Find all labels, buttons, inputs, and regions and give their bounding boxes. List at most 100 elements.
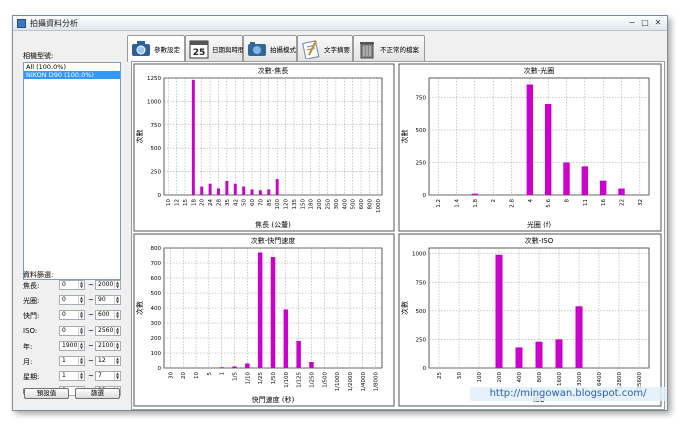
x-tick-label: 1 xyxy=(220,372,226,376)
list-item[interactable]: NIKON D90 (100.0%) xyxy=(24,71,120,79)
filter-label: 焦長: xyxy=(23,282,40,290)
calendar-day: 25 xyxy=(193,48,206,58)
chart-panel: 次數-快門速度 0 100 200 300 400 500 600 700 800 30 20 10 5 1… xyxy=(133,233,395,407)
bar xyxy=(526,84,534,195)
x-tick-label: 135 xyxy=(292,199,298,210)
range-separator: ~ xyxy=(88,372,94,381)
x-tick-label: 800 xyxy=(537,372,543,383)
y-axis-label: 次數 xyxy=(135,301,144,315)
filter-label: ISO: xyxy=(23,326,38,335)
tab-date-time[interactable]: 25 日期與時間 xyxy=(185,35,245,61)
close-button[interactable]: ✕ xyxy=(653,18,663,28)
spinner-arrows-icon[interactable]: ▲▼ xyxy=(114,357,120,365)
x-tick-label: 120 xyxy=(284,199,290,210)
x-tick-label: 1/8000 xyxy=(374,372,380,392)
bar xyxy=(495,254,503,368)
filter-to-input[interactable]: 90 ▲ ▼ xyxy=(95,295,121,306)
filter-from-input[interactable]: 0 ▲▼ xyxy=(59,280,85,290)
camera-model-list[interactable]: All (100.0%) NIKON D90 (100.0%) xyxy=(23,62,121,280)
spinner-arrows-icon[interactable]: ▲▼ xyxy=(114,281,120,289)
spinner-arrows-icon[interactable]: ▲▼ xyxy=(114,326,120,335)
y-tick-label: 250 xyxy=(416,161,427,167)
spinner-arrows-icon[interactable]: ▲▼ xyxy=(114,311,120,320)
x-tick-label: 1/2000 xyxy=(348,372,354,392)
y-axis-label: 次數 xyxy=(400,130,409,144)
chart-title: 次數-ISO xyxy=(525,236,554,245)
filter-from-input[interactable]: 1900 ▲ ▼ xyxy=(59,340,85,351)
filter-to-input[interactable]: 12 ▲ ▼ xyxy=(95,356,121,366)
x-tick-label: 200 xyxy=(497,372,503,383)
x-tick-label: 1/50 xyxy=(271,372,277,385)
y-tick-label: 300 xyxy=(151,321,162,327)
bar xyxy=(270,257,276,368)
x-tick-label: 1600 xyxy=(557,372,563,386)
x-tick-label: 250 xyxy=(326,199,332,210)
filter-to-input[interactable]: 2100 ▲ ▼ xyxy=(95,340,121,351)
spinner-arrows-icon[interactable]: ▲▼ xyxy=(78,311,84,320)
trash-icon xyxy=(360,42,374,59)
y-tick-label: 1250 xyxy=(147,76,161,82)
y-tick-label: 0 xyxy=(158,193,162,199)
x-tick-label: 1.8 xyxy=(473,199,479,208)
filter-from-input[interactable]: 0 ▲▼ xyxy=(59,295,85,306)
tab-label: 文字摘要 xyxy=(324,46,350,54)
x-tick-label: 25 xyxy=(437,372,443,379)
x-tick-label: 1/250 xyxy=(309,372,315,388)
spinner-arrows-icon[interactable]: ▲▼ xyxy=(78,296,84,305)
y-tick-label: 250 xyxy=(151,170,162,176)
bar xyxy=(296,341,301,368)
range-separator: ~ xyxy=(88,326,94,335)
y-tick-label: 1000 xyxy=(412,252,426,258)
spinner-arrows-icon[interactable]: ▲▼ xyxy=(78,326,84,335)
x-tick-label: 8 xyxy=(565,199,571,203)
filter-from-input[interactable]: 1 ▲ ▼ xyxy=(59,371,85,382)
spinner-arrows-icon[interactable]: ▲▼ xyxy=(78,341,84,350)
bar xyxy=(200,186,204,195)
x-tick-label: 100 xyxy=(275,199,281,210)
filter-to-input[interactable]: 7 ▲ ▼ xyxy=(95,371,121,382)
x-tick-label: 400 xyxy=(342,199,348,210)
tab-text-summary[interactable]: 文字摘要 xyxy=(297,35,353,61)
filter-from-input[interactable]: 0 ▲▼ xyxy=(59,325,85,336)
x-tick-label: 30 xyxy=(168,372,174,379)
reset-button[interactable]: 預設值 xyxy=(24,388,69,399)
spinner-arrows-icon[interactable]: ▲▼ xyxy=(114,296,120,305)
bar xyxy=(245,363,250,368)
tab-label: 不正常的檔案 xyxy=(380,46,419,54)
bar xyxy=(575,306,583,368)
filter-to-input[interactable]: 2560 ▲ ▼ xyxy=(95,325,121,336)
spinner-arrows-icon[interactable]: ▲▼ xyxy=(78,372,84,381)
minimize-button[interactable]: − xyxy=(627,18,637,28)
tab-shooting-mode[interactable]: 拍攝模式 xyxy=(243,35,297,61)
chart-panel: 次數-光圈 0 250 500 750 1.2 1.4 1.8 2 2.8 4 5.6 8 11 16 22 3… xyxy=(398,63,662,232)
maximize-button[interactable]: □ xyxy=(640,18,650,28)
spinner-arrows-icon[interactable]: ▲▼ xyxy=(78,357,84,365)
tab-settings[interactable]: 參數設定 xyxy=(127,35,185,62)
x-tick-label: 32 xyxy=(638,199,644,206)
x-tick-label: 1/4000 xyxy=(361,372,367,392)
apply-filter-button[interactable]: 篩選 xyxy=(75,388,120,399)
bar xyxy=(257,252,263,368)
filter-to-input[interactable]: 600 ▲ ▼ xyxy=(95,310,121,321)
title-bar[interactable]: 拍攝資料分析 − □ ✕ xyxy=(13,16,667,31)
filter-from-input[interactable]: 1 ▲ ▼ xyxy=(59,356,85,366)
bar xyxy=(618,188,625,195)
filter-from-value: 1 xyxy=(62,372,66,380)
filter-to-value: 2100 xyxy=(98,341,114,349)
spinner-arrows-icon[interactable]: ▲▼ xyxy=(114,372,120,381)
x-tick-label: 5 xyxy=(207,372,213,376)
list-item[interactable]: All (100.0%) xyxy=(24,63,120,71)
tab-abnormal-files[interactable]: 不正常的檔案 xyxy=(353,35,425,61)
y-tick-label: 500 xyxy=(151,146,162,152)
notepad-icon xyxy=(302,40,320,59)
spinner-arrows-icon[interactable]: ▲▼ xyxy=(78,281,84,289)
x-tick-label: 16 xyxy=(601,199,607,206)
filter-from-input[interactable]: 0 ▲▼ xyxy=(59,310,85,321)
y-axis-label: 次數 xyxy=(400,301,409,315)
bar xyxy=(515,347,523,368)
x-axis-label: 快門速度 (秒) xyxy=(252,395,295,404)
filter-to-input[interactable]: 2000 ▲ ▼ xyxy=(95,280,121,290)
y-tick-label: 750 xyxy=(151,123,162,129)
spinner-arrows-icon[interactable]: ▲▼ xyxy=(114,341,120,350)
x-tick-label: 1000 xyxy=(376,199,382,213)
